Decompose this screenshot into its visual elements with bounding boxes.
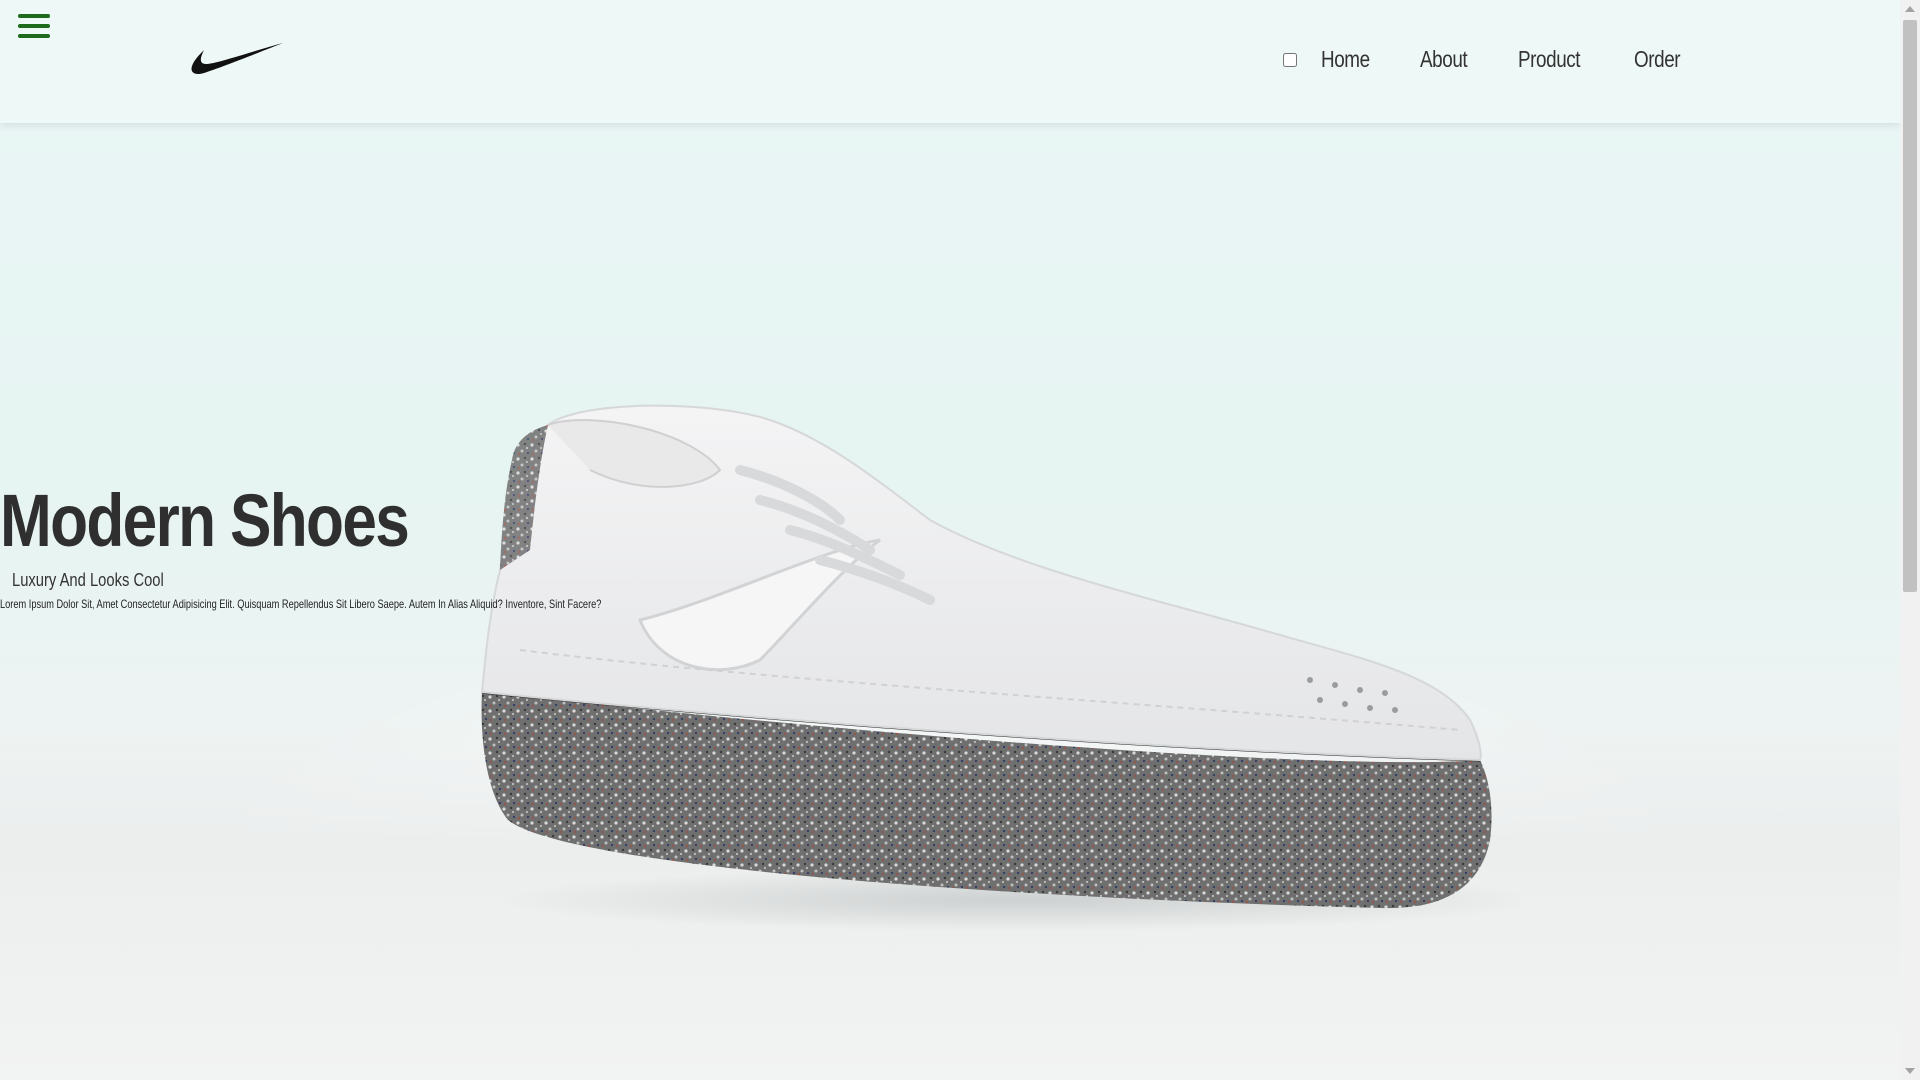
hero-subtitle: Luxury And Looks Cool xyxy=(12,570,164,590)
nav-link-product[interactable]: Product xyxy=(1518,46,1581,73)
landing-page: Home About Product Order Modern Shoes Lu… xyxy=(0,0,1920,1080)
site-header: Home About Product Order xyxy=(0,0,1900,123)
nav-link-about[interactable]: About xyxy=(1420,46,1468,73)
scroll-down-arrow-icon[interactable] xyxy=(1905,1068,1915,1074)
hero-description: Lorem Ipsum Dolor Sit, Amet Consectetur … xyxy=(0,597,602,611)
scroll-up-arrow-icon[interactable] xyxy=(1905,6,1915,12)
nike-swoosh-icon[interactable] xyxy=(190,40,284,80)
nav-toggle-checkbox[interactable] xyxy=(1282,52,1297,67)
sneaker-image xyxy=(480,404,1520,932)
nav-link-home[interactable]: Home xyxy=(1321,46,1370,73)
vertical-scrollbar[interactable] xyxy=(1900,0,1920,1080)
hero-title: Modern Shoes xyxy=(0,479,410,562)
hamburger-menu-icon[interactable] xyxy=(18,14,50,44)
scrollbar-thumb[interactable] xyxy=(1903,20,1917,592)
nav-link-order[interactable]: Order xyxy=(1634,46,1681,73)
main-nav: Home About Product Order xyxy=(1282,46,1690,73)
